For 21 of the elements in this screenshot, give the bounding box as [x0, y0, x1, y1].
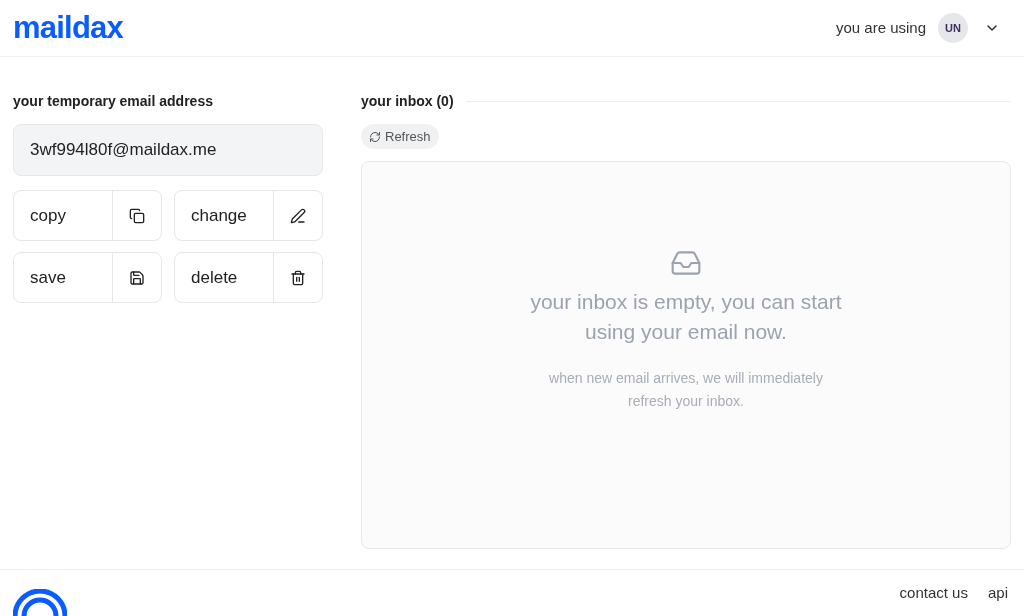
action-button[interactable]: delete	[174, 252, 323, 303]
email-address-field[interactable]: 3wf994l80f@maildax.me	[13, 124, 323, 176]
arch-logo-icon	[13, 589, 67, 616]
refresh-button[interactable]: Refresh	[361, 124, 439, 149]
action-button[interactable]: save	[13, 252, 162, 303]
trash-icon	[290, 269, 306, 286]
refresh-icon	[369, 130, 381, 143]
pencil-icon	[290, 207, 306, 224]
copy-icon	[129, 207, 145, 224]
action-button[interactable]: change	[174, 190, 323, 241]
inbox-title: your inbox (0)	[361, 92, 454, 111]
address-label: your temporary email address	[13, 92, 214, 111]
footer-link[interactable]: api	[987, 581, 1008, 605]
action-button[interactable]: copy	[13, 190, 162, 241]
footer-link[interactable]: contact us	[899, 581, 968, 605]
user-avatar[interactable]: UN	[938, 13, 968, 43]
save-icon	[129, 269, 145, 286]
empty-inbox-subtitle: when new email arrives, we will immediately refresh your inbox.	[548, 369, 824, 411]
logo[interactable]: maildax	[13, 4, 124, 52]
status-text: you are using	[835, 17, 926, 38]
empty-inbox-title: your inbox is empty, you can start using your email now.	[529, 289, 843, 345]
